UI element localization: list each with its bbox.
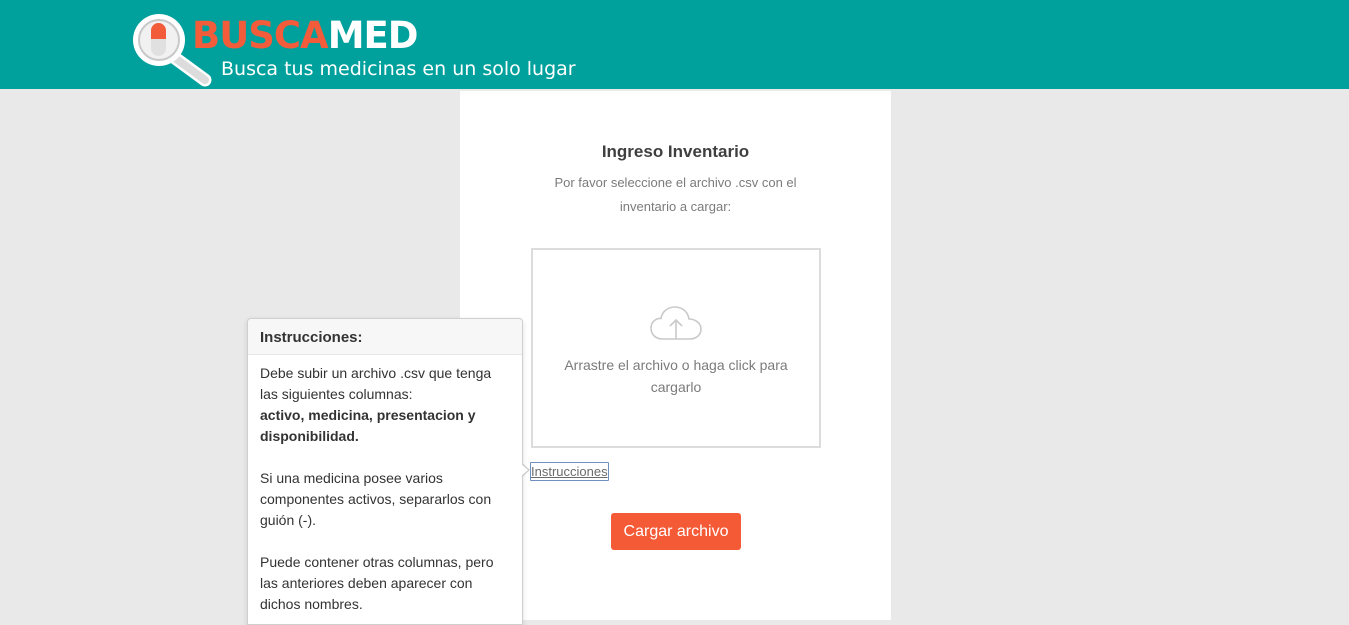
brand-wordmark: BUSCAMED [192, 16, 418, 56]
file-dropzone[interactable]: Arrastre el archivo o haga click para ca… [531, 248, 821, 448]
brand-tagline: Busca tus medicinas en un solo lugar [221, 58, 576, 80]
popover-body: Debe subir un archivo .csv que tenga las… [260, 363, 510, 615]
instructions-popover: Instrucciones: Debe subir un archivo .cs… [247, 318, 523, 625]
instructions-paragraph-1: Debe subir un archivo .csv que tenga las… [260, 365, 492, 402]
app-header: BUSCAMED Busca tus medicinas en un solo … [0, 0, 1349, 89]
upload-panel: Ingreso Inventario Por favor seleccione … [460, 91, 891, 620]
popover-arrow-fill [520, 463, 528, 477]
popover-title: Instrucciones: [260, 329, 363, 346]
instructions-required-columns: activo, medicina, presentacion y disponi… [260, 407, 476, 444]
popover-header: Instrucciones: [248, 319, 522, 355]
dropzone-text: Arrastre el archivo o haga click para ca… [564, 357, 788, 395]
instructions-paragraph-2: Si una medicina posee varios componentes… [260, 470, 492, 528]
page-title: Ingreso Inventario [601, 142, 750, 161]
cloud-upload-icon [650, 306, 702, 340]
instructions-paragraph-3: Puede contener otras columnas, pero las … [260, 554, 494, 612]
instructions-link[interactable]: Instrucciones [530, 462, 609, 481]
brand-name-part1: BUSCA [192, 14, 329, 57]
page-subtitle: Por favor seleccione el archivo .csv con… [554, 175, 797, 214]
brand-name-part2: MED [327, 14, 419, 57]
upload-file-button[interactable]: Cargar archivo [611, 513, 741, 550]
